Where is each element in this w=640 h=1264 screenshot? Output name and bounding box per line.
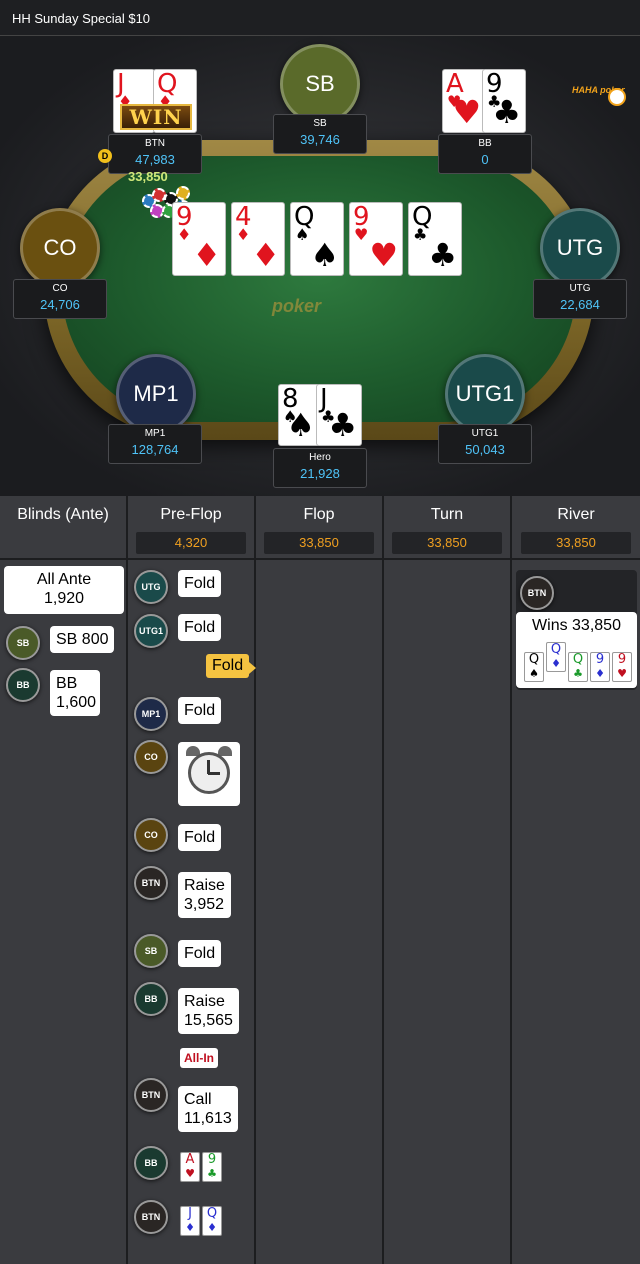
- avatar-utg: UTG: [134, 570, 168, 604]
- showdown-card: Q ♦: [202, 1206, 222, 1236]
- seat-sb-avatar[interactable]: SB: [280, 44, 360, 124]
- river-winner-box: BTN Wins 33,850 Q ♠ Q ♦ Q ♣ 9 ♦ 9 ♥: [516, 570, 637, 690]
- win-banner: WIN: [120, 104, 192, 130]
- seat-utg1-nameplate[interactable]: UTG1 50,043: [438, 424, 532, 464]
- logo-face-icon: [608, 88, 626, 106]
- board-card-1: 9 ♦ ♦: [172, 202, 226, 276]
- action-bubble: Fold: [178, 614, 222, 641]
- avatar-bb: BB: [6, 668, 40, 702]
- seat-mp1-nameplate[interactable]: MP1 128,764: [108, 424, 202, 464]
- avatar-co: CO: [134, 818, 168, 852]
- avatar-utg1: UTG1: [134, 614, 168, 648]
- seat-hero-nameplate[interactable]: Hero 21,928: [273, 448, 367, 488]
- action-bubble: Fold: [178, 824, 222, 851]
- avatar-sb: SB: [6, 626, 40, 660]
- dealer-button-icon: D: [98, 149, 112, 163]
- showdown-card: 9 ♣: [202, 1152, 222, 1182]
- table-pot-amount: 33,850: [128, 169, 168, 184]
- bb-card-1: A ♥ ♥: [442, 69, 486, 133]
- avatar-btn: BTN: [134, 866, 168, 900]
- seat-co-avatar[interactable]: CO: [20, 208, 100, 288]
- avatar-mp1: MP1: [134, 697, 168, 731]
- avatar-bb: BB: [134, 1146, 168, 1180]
- board-card-4: 9 ♥ ♥: [349, 202, 403, 276]
- seat-utg-nameplate[interactable]: UTG 22,684: [533, 279, 627, 319]
- showdown-card: A ♥: [180, 1152, 200, 1182]
- winning-card: Q ♦: [546, 642, 566, 672]
- col-preflop: Pre-Flop 4,320 UTG Fold UTG1 Fold Fold MP…: [128, 496, 257, 1264]
- hero-fold-tag: Fold: [206, 654, 257, 678]
- hero-card-2: J ♣ ♣: [316, 384, 362, 446]
- action-bubble: Raise 3,952: [178, 872, 231, 918]
- bb-card-2: 9 ♣ ♣: [482, 69, 526, 133]
- avatar-btn: BTN: [520, 576, 554, 610]
- seat-utg1-avatar[interactable]: UTG1: [445, 354, 525, 434]
- col-river-header: River 33,850: [512, 496, 640, 560]
- col-blinds: Blinds (Ante) All Ante 1,920 SB SB 800 BB…: [0, 496, 128, 1264]
- seat-co-nameplate[interactable]: CO 24,706: [13, 279, 107, 319]
- seat-btn-nameplate[interactable]: BTN 47,983: [108, 134, 202, 174]
- board-card-2: 4 ♦ ♦: [231, 202, 285, 276]
- bb-blind-bubble: BB 1,600: [50, 670, 100, 716]
- hero-card-1: 8 ♠ ♠: [278, 384, 320, 446]
- table-watermark: poker: [272, 296, 322, 316]
- poker-table-area: poker HAHA poker J ♦ Q ♦ WIN BTN 47,983 D 3…: [0, 36, 640, 496]
- sb-blind-bubble: SB 800: [50, 626, 115, 653]
- avatar-bb: BB: [134, 982, 168, 1016]
- action-bubble: Fold: [178, 940, 222, 967]
- avatar-btn: BTN: [134, 1200, 168, 1234]
- seat-utg-avatar[interactable]: UTG: [540, 208, 620, 288]
- action-bubble: Raise 15,565: [178, 988, 239, 1034]
- winning-card: 9 ♦: [590, 652, 610, 682]
- haha-poker-logo: HAHA poker: [572, 86, 626, 108]
- avatar-sb: SB: [134, 934, 168, 968]
- seat-mp1-avatar[interactable]: MP1: [116, 354, 196, 434]
- winning-card: Q ♠: [524, 652, 544, 682]
- action-bubble: Fold: [178, 570, 222, 597]
- winning-card: 9 ♥: [612, 652, 632, 682]
- col-flop-header: Flop 33,850: [256, 496, 382, 560]
- winning-card: Q ♣: [568, 652, 588, 682]
- col-turn-header: Turn 33,850: [384, 496, 510, 560]
- action-grid: Blinds (Ante) All Ante 1,920 SB SB 800 BB…: [0, 496, 640, 1264]
- col-turn: Turn 33,850: [384, 496, 512, 1264]
- all-in-tag: All-In: [180, 1048, 218, 1068]
- board-card-5: Q ♣ ♣: [408, 202, 462, 276]
- seat-sb-nameplate[interactable]: SB 39,746: [273, 114, 367, 154]
- col-blinds-header: Blinds (Ante): [0, 496, 126, 560]
- col-preflop-header: Pre-Flop 4,320: [128, 496, 254, 560]
- timeout-clock-icon: [178, 742, 240, 806]
- ante-bubble: All Ante 1,920: [4, 566, 124, 614]
- action-bubble: Call 11,613: [178, 1086, 238, 1132]
- col-flop: Flop 33,850: [256, 496, 384, 1264]
- showdown-card: J ♦: [180, 1206, 200, 1236]
- seat-bb-nameplate[interactable]: BB 0: [438, 134, 532, 174]
- board-card-3: Q ♠ ♠: [290, 202, 344, 276]
- avatar-btn: BTN: [134, 1078, 168, 1112]
- hand-history-title: HH Sunday Special $10: [0, 0, 640, 36]
- avatar-co: CO: [134, 740, 168, 774]
- action-bubble: Fold: [178, 697, 222, 724]
